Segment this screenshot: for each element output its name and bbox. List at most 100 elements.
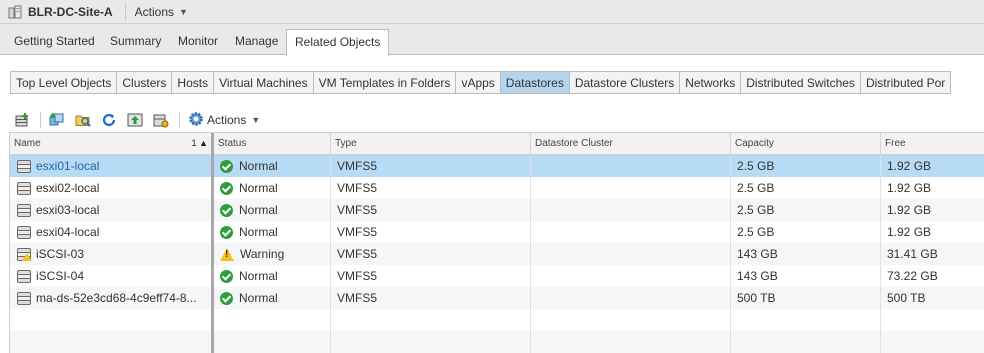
datastore-toolbar: Actions ▼: [14, 111, 260, 129]
capacity-cell: 2.5 GB: [731, 155, 881, 177]
new-datastore-icon[interactable]: [14, 112, 30, 128]
datastore-cluster-cell: [531, 221, 731, 243]
datastore-name-cell: esxi01-local: [10, 155, 212, 177]
column-header-name[interactable]: Name 1 ▲: [10, 133, 212, 154]
header-actions-menu[interactable]: Actions ▼: [135, 5, 188, 19]
subtab-top-level-objects[interactable]: Top Level Objects: [10, 71, 118, 94]
table-row[interactable]: ma-ds-52e3cd68-4c9eff74-8... Normal VMFS…: [10, 287, 984, 309]
toolbar-actions-menu[interactable]: Actions ▼: [188, 111, 260, 130]
subtab-vapps[interactable]: vApps: [456, 71, 501, 94]
column-header-status[interactable]: Status: [214, 133, 331, 154]
column-header-free[interactable]: Free: [881, 133, 984, 154]
datastore-name[interactable]: esxi04-local: [36, 221, 99, 243]
datastore-cluster-cell: [531, 265, 731, 287]
table-row[interactable]: esxi03-local Normal VMFS5 2.5 GB 1.92 GB: [10, 199, 984, 221]
subtab-clusters[interactable]: Clusters: [117, 71, 173, 94]
header-actions-label: Actions: [134, 4, 175, 19]
capacity-cell: 143 GB: [731, 243, 881, 265]
main-tab-bar: Getting Started Summary Monitor Manage R…: [0, 24, 984, 56]
table-row[interactable]: iSCSI-03 Warning VMFS5 143 GB 31.41 GB: [10, 243, 984, 265]
status-text: Normal: [239, 291, 278, 305]
datastore-name[interactable]: iSCSI-03: [36, 243, 84, 265]
status-cell: Warning: [214, 243, 331, 265]
subtab-distributed-switches[interactable]: Distributed Switches: [741, 71, 861, 94]
datastore-name-cell: ma-ds-52e3cd68-4c9eff74-8...: [10, 287, 212, 309]
datastore-name[interactable]: esxi02-local: [36, 177, 99, 199]
status-cell: Normal: [214, 287, 331, 309]
refresh-icon[interactable]: [101, 112, 117, 128]
empty-cell: [531, 309, 731, 331]
status-text: Normal: [239, 159, 278, 173]
column-header-capacity[interactable]: Capacity: [731, 133, 881, 154]
subtab-virtual-machines[interactable]: Virtual Machines: [214, 71, 314, 94]
tab-summary[interactable]: Summary: [103, 34, 168, 55]
status-text: Normal: [239, 181, 278, 195]
object-title-bar: BLR-DC-Site-A Actions ▼: [0, 0, 984, 24]
datastore-name[interactable]: esxi01-local: [36, 155, 99, 177]
datastore-name[interactable]: ma-ds-52e3cd68-4c9eff74-8...: [36, 287, 197, 309]
tab-manage[interactable]: Manage: [228, 34, 285, 55]
title-divider: [124, 2, 126, 21]
subtab-datastore-clusters[interactable]: Datastore Clusters: [569, 71, 681, 94]
table-header: Name 1 ▲ Status Type Datastore Cluster C…: [10, 133, 984, 155]
status-ok-icon: [220, 203, 233, 217]
capacity-cell: 2.5 GB: [731, 199, 881, 221]
datastore-name[interactable]: esxi03-local: [36, 199, 99, 221]
free-cell: 500 TB: [887, 291, 926, 305]
datastore-cluster-cell: [531, 155, 731, 177]
empty-row: [10, 331, 984, 353]
column-header-datastore-cluster[interactable]: Datastore Cluster: [531, 133, 731, 154]
type-cell: VMFS5: [331, 221, 531, 243]
empty-cell: [731, 309, 881, 331]
datastore-name-cell: iSCSI-04: [10, 265, 212, 287]
datastore-cluster-cell: [531, 199, 731, 221]
subtab-datastores[interactable]: Datastores: [500, 71, 570, 94]
subtab-hosts[interactable]: Hosts: [172, 71, 215, 94]
browse-files-icon[interactable]: [75, 112, 91, 128]
table-row[interactable]: esxi01-local Normal VMFS5 2.5 GB 1.92 GB: [10, 155, 984, 177]
status-cell: Normal: [214, 155, 331, 177]
status-text: Normal: [239, 225, 278, 239]
subtab-vm-templates[interactable]: VM Templates in Folders: [313, 71, 457, 94]
chevron-down-icon: ▼: [179, 6, 188, 17]
empty-cell: [731, 331, 881, 353]
free-cell: 1.92 GB: [887, 225, 932, 239]
datastore-cluster-cell: [531, 287, 731, 309]
status-cell: Normal: [214, 199, 331, 221]
type-cell: VMFS5: [331, 243, 531, 265]
frozen-column-divider[interactable]: [211, 133, 214, 353]
table-row[interactable]: esxi02-local Normal VMFS5 2.5 GB 1.92 GB: [10, 177, 984, 199]
subtab-networks[interactable]: Networks: [680, 71, 742, 94]
column-name-label: Name: [14, 138, 41, 149]
related-objects-subtab-bar: Top Level Objects Clusters Hosts Virtual…: [10, 71, 952, 94]
datastore-name[interactable]: iSCSI-04: [36, 265, 84, 287]
register-vm-icon[interactable]: [49, 112, 65, 128]
datastore-settings-icon[interactable]: [153, 112, 169, 128]
status-ok-icon: [220, 159, 233, 173]
table-row[interactable]: esxi04-local Normal VMFS5 2.5 GB 1.92 GB: [10, 221, 984, 243]
datastore-icon: [17, 291, 31, 305]
capacity-cell: 2.5 GB: [731, 177, 881, 199]
type-cell: VMFS5: [331, 199, 531, 221]
chevron-down-icon: ▼: [251, 115, 261, 125]
datastore-icon: [17, 203, 31, 217]
datastore-cluster-cell: [531, 177, 731, 199]
toolbar-divider: [40, 112, 41, 128]
increase-capacity-icon[interactable]: [127, 112, 143, 128]
datastore-cluster-cell: [531, 243, 731, 265]
tab-monitor[interactable]: Monitor: [171, 34, 225, 55]
datastore-name-cell: esxi04-local: [10, 221, 212, 243]
subtab-distributed-port-groups[interactable]: Distributed Por: [860, 71, 952, 94]
status-ok-icon: [220, 291, 233, 305]
column-header-type[interactable]: Type: [331, 133, 531, 154]
datastore-icon: [17, 269, 31, 283]
tab-related-objects[interactable]: Related Objects: [286, 29, 390, 56]
type-cell: VMFS5: [331, 177, 531, 199]
free-cell: 1.92 GB: [887, 203, 932, 217]
empty-cell: [10, 331, 212, 353]
toolbar-divider: [179, 112, 180, 128]
tab-getting-started[interactable]: Getting Started: [7, 34, 102, 55]
table-row[interactable]: iSCSI-04 Normal VMFS5 143 GB 73.22 GB: [10, 265, 984, 287]
type-cell: VMFS5: [331, 265, 531, 287]
empty-cell: [531, 331, 731, 353]
